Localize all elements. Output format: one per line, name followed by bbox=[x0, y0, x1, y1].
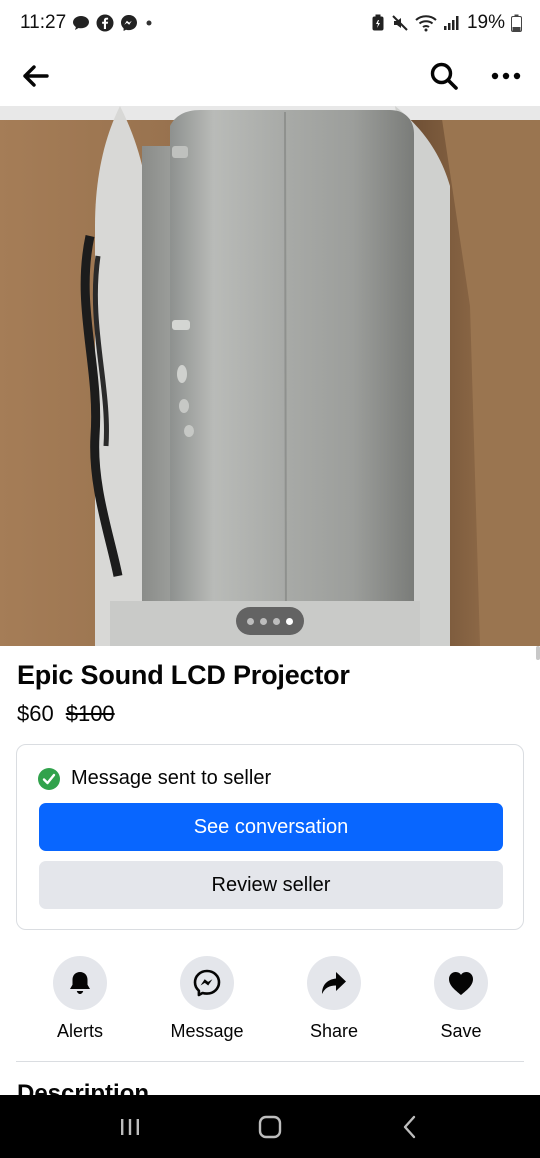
messenger-icon bbox=[193, 969, 221, 997]
share-action[interactable]: Share bbox=[274, 956, 394, 1042]
system-nav-bar bbox=[0, 1095, 540, 1158]
message-action-circle[interactable] bbox=[180, 956, 234, 1010]
battery-percent: 19% bbox=[466, 12, 505, 33]
carousel-dot bbox=[260, 617, 267, 625]
message-status-card: Message sent to seller See conversation … bbox=[16, 744, 524, 930]
home-icon[interactable] bbox=[240, 1107, 300, 1147]
message-status-text: Message sent to seller bbox=[71, 767, 272, 789]
facebook-icon bbox=[96, 14, 114, 32]
carousel-dot-active bbox=[286, 617, 293, 625]
check-circle-icon bbox=[38, 767, 60, 790]
save-action-circle[interactable] bbox=[434, 956, 488, 1010]
chat-bubble-icon bbox=[72, 15, 90, 31]
price-row: $60 $100 bbox=[17, 701, 115, 727]
status-bar-right: 19% bbox=[371, 12, 522, 34]
listing-original-price: $100 bbox=[65, 701, 115, 726]
message-label: Message bbox=[170, 1021, 244, 1041]
battery-icon bbox=[511, 14, 522, 32]
carousel-indicator bbox=[236, 607, 304, 635]
heart-icon bbox=[449, 972, 473, 995]
alerts-label: Alerts bbox=[56, 1021, 103, 1041]
listing-photo[interactable] bbox=[0, 106, 540, 646]
signal-icon bbox=[443, 15, 461, 31]
dot-icon bbox=[144, 18, 154, 28]
message-action[interactable]: Message bbox=[147, 956, 267, 1042]
save-label: Save bbox=[440, 1021, 482, 1041]
share-arrow-icon bbox=[322, 972, 346, 994]
share-label: Share bbox=[309, 1021, 359, 1041]
see-conversation-button[interactable]: See conversation bbox=[39, 803, 503, 851]
scrollbar[interactable] bbox=[536, 646, 540, 660]
battery-saver-icon bbox=[371, 14, 385, 32]
recent-apps-icon[interactable] bbox=[100, 1107, 160, 1147]
carousel-dot bbox=[247, 617, 254, 625]
listing-price: $60 bbox=[17, 701, 54, 726]
status-bar: 11:27 19% bbox=[0, 0, 540, 46]
section-divider bbox=[16, 1061, 524, 1062]
system-back-icon[interactable] bbox=[380, 1107, 440, 1147]
top-nav-actions bbox=[426, 58, 524, 94]
back-arrow-icon[interactable] bbox=[18, 58, 54, 94]
message-status: Message sent to seller bbox=[38, 767, 271, 790]
share-action-circle[interactable] bbox=[307, 956, 361, 1010]
status-time: 11:27 bbox=[20, 12, 67, 33]
search-icon[interactable] bbox=[426, 58, 462, 94]
wifi-icon bbox=[415, 14, 437, 32]
mute-icon bbox=[391, 14, 409, 32]
bell-icon bbox=[70, 972, 90, 994]
listing-title: Epic Sound LCD Projector bbox=[17, 660, 350, 690]
save-action[interactable]: Save bbox=[401, 956, 521, 1042]
carousel-dot bbox=[273, 617, 280, 625]
alerts-action[interactable]: Alerts bbox=[20, 956, 140, 1042]
product-photo-image bbox=[0, 106, 540, 646]
listing-actions: Alerts Message Share Save bbox=[0, 956, 540, 1046]
messenger-icon bbox=[120, 14, 138, 32]
status-bar-left: 11:27 bbox=[20, 12, 154, 34]
review-seller-button[interactable]: Review seller bbox=[39, 861, 503, 909]
more-icon[interactable] bbox=[488, 58, 524, 94]
alerts-action-circle[interactable] bbox=[53, 956, 107, 1010]
top-nav-bar bbox=[0, 46, 540, 106]
